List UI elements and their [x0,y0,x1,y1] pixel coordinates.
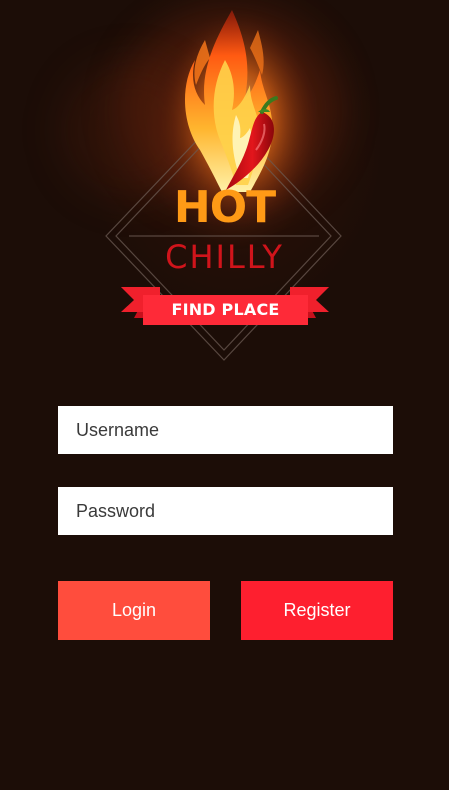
logo-ribbon-text: FIND PLACE [171,300,280,319]
login-screen: HOT CHILLY FIND PLACE Login Register [0,0,449,790]
register-button[interactable]: Register [241,581,393,640]
logo-chilly-text: CHILLY [165,238,284,276]
logo-hot-text: HOT [173,182,276,233]
login-button[interactable]: Login [58,581,210,640]
password-input[interactable] [58,487,393,535]
username-input[interactable] [58,406,393,454]
